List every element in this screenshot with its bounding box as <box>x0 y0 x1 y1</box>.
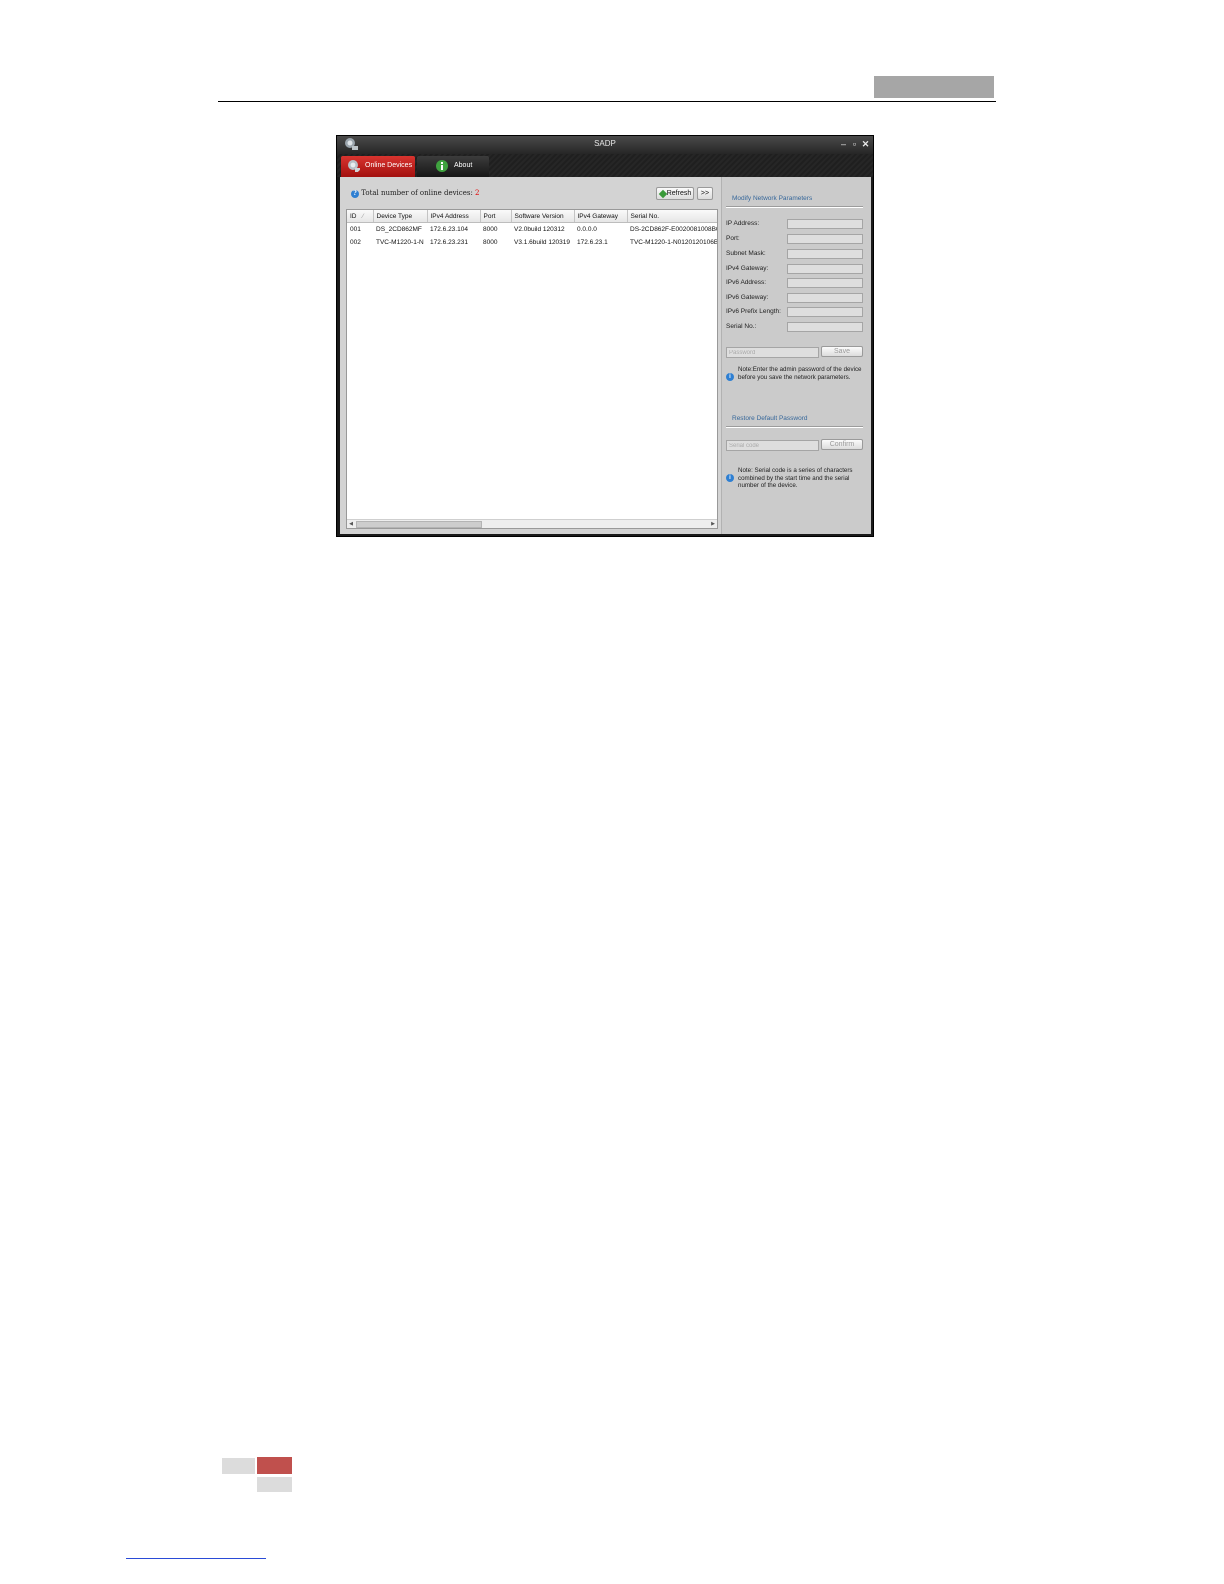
ip-address-label: IP Address: <box>726 220 760 227</box>
save-note-text: Note:Enter the admin password of the dev… <box>738 366 862 381</box>
ipv6-gateway-input[interactable] <box>787 293 863 303</box>
footer-gray-block <box>222 1458 255 1474</box>
info-icon: i <box>726 474 734 482</box>
table-row[interactable]: 001 DS_2CD862MF 172.6.23.104 8000 V2.0bu… <box>347 223 718 237</box>
close-button[interactable]: ✕ <box>861 139 870 150</box>
serial-no-label: Serial No.: <box>726 323 757 330</box>
column-header-device-type[interactable]: Device Type <box>373 210 428 223</box>
footer-gray-block-lower <box>257 1477 292 1492</box>
about-info-icon <box>436 160 448 172</box>
cell-port: 8000 <box>483 226 498 233</box>
modify-section-title: Modify Network Parameters <box>732 195 813 202</box>
info-icon: i <box>726 373 734 381</box>
cell-id: 002 <box>350 239 361 246</box>
device-table: ID ⁄ Device Type IPv4 Address Port Softwa… <box>346 209 718 529</box>
help-icon: ? <box>351 190 359 198</box>
maximize-button[interactable]: ▫ <box>850 139 859 150</box>
ipv6-prefix-length-label: IPv6 Prefix Length: <box>726 308 781 315</box>
cell-id: 001 <box>350 226 361 233</box>
tab-about[interactable]: About <box>417 156 489 177</box>
cell-serial-no: TVC-M1220-1-N0120120106B <box>630 239 718 246</box>
serial-no-input[interactable] <box>787 322 863 332</box>
ipv6-prefix-length-input[interactable] <box>787 307 863 317</box>
column-header-software-version[interactable]: Software Version <box>511 210 575 223</box>
restore-section-divider <box>726 426 863 428</box>
ipv4-gateway-label: IPv4 Gateway: <box>726 265 769 272</box>
refresh-button[interactable]: Refresh <box>656 187 694 200</box>
expand-panel-button[interactable]: >> <box>697 187 713 200</box>
cell-device-type: TVC-M1220-1-N <box>376 239 424 246</box>
cell-ipv4-gateway: 0.0.0.0 <box>577 226 597 233</box>
scrollbar-thumb[interactable] <box>356 521 482 528</box>
table-header-row: ID ⁄ Device Type IPv4 Address Port Softwa… <box>347 210 717 223</box>
save-button[interactable]: Save <box>821 346 863 357</box>
tab-online-devices[interactable]: Online Devices <box>341 156 415 177</box>
column-header-port[interactable]: Port <box>480 210 512 223</box>
total-label: Total number of online devices: <box>361 189 473 197</box>
cell-ipv4-address: 172.6.23.231 <box>430 239 468 246</box>
table-row[interactable]: 002 TVC-M1220-1-N 172.6.23.231 8000 V3.1… <box>347 236 718 249</box>
cell-serial-no: DS-2CD862F-E0020081008B0 <box>630 226 718 233</box>
tab-bar: Online Devices About <box>337 154 873 177</box>
ip-address-input[interactable] <box>787 219 863 229</box>
cell-ipv4-gateway: 172.6.23.1 <box>577 239 608 246</box>
restore-section-title: Restore Default Password <box>732 415 808 422</box>
subnet-mask-label: Subnet Mask: <box>726 250 766 257</box>
serial-code-input[interactable] <box>726 440 819 451</box>
column-header-serial-no[interactable]: Serial No. <box>627 210 717 223</box>
refresh-label: Refresh <box>666 190 692 197</box>
subnet-mask-input[interactable] <box>787 249 863 259</box>
horizontal-scrollbar[interactable]: ◀ ▶ <box>347 519 717 528</box>
window-title: SADP <box>594 139 616 148</box>
cell-software-version: V2.0build 120312 <box>514 226 565 233</box>
ipv4-gateway-input[interactable] <box>787 264 863 274</box>
confirm-button[interactable]: Confirm <box>821 439 863 450</box>
ipv6-address-label: IPv6 Address: <box>726 279 767 286</box>
header-gray-block <box>874 76 994 98</box>
parameter-panel: Modify Network Parameters IP Address: Po… <box>721 177 871 534</box>
total-count: 2 <box>475 189 480 197</box>
port-input[interactable] <box>787 234 863 244</box>
scroll-left-icon[interactable]: ◀ <box>347 520 355 528</box>
column-header-ipv4-address[interactable]: IPv4 Address <box>427 210 481 223</box>
ipv6-gateway-label: IPv6 Gateway: <box>726 294 769 301</box>
tab-about-label: About <box>454 162 473 169</box>
column-header-ipv4-gateway[interactable]: IPv4 Gateway <box>574 210 628 223</box>
restore-note-text: Note: Serial code is a series of charact… <box>738 467 853 489</box>
title-bar[interactable]: SADP – ▫ ✕ <box>337 136 873 154</box>
main-content: ? Total number of online devices: 2 Refr… <box>340 177 871 534</box>
online-device-count: ? Total number of online devices: 2 <box>351 189 480 198</box>
column-header-id[interactable]: ID ⁄ <box>347 210 374 223</box>
online-devices-icon <box>348 160 360 172</box>
scroll-right-icon[interactable]: ▶ <box>709 520 717 528</box>
cell-device-type: DS_2CD862MF <box>376 226 422 233</box>
sadp-window: SADP – ▫ ✕ Online Devices About ? Total … <box>336 135 874 537</box>
footer-red-block <box>257 1457 292 1474</box>
password-input[interactable] <box>726 347 819 358</box>
header-rule <box>218 101 996 102</box>
tab-online-devices-label: Online Devices <box>365 162 413 169</box>
modify-section-divider <box>726 206 863 208</box>
footer-link-underline <box>126 1558 266 1559</box>
cell-port: 8000 <box>483 239 498 246</box>
ipv6-address-input[interactable] <box>787 278 863 288</box>
cell-ipv4-address: 172.6.23.104 <box>430 226 468 233</box>
cell-software-version: V3.1.6build 120319 <box>514 239 571 246</box>
minimize-button[interactable]: – <box>839 139 848 150</box>
port-label: Port: <box>726 235 740 242</box>
